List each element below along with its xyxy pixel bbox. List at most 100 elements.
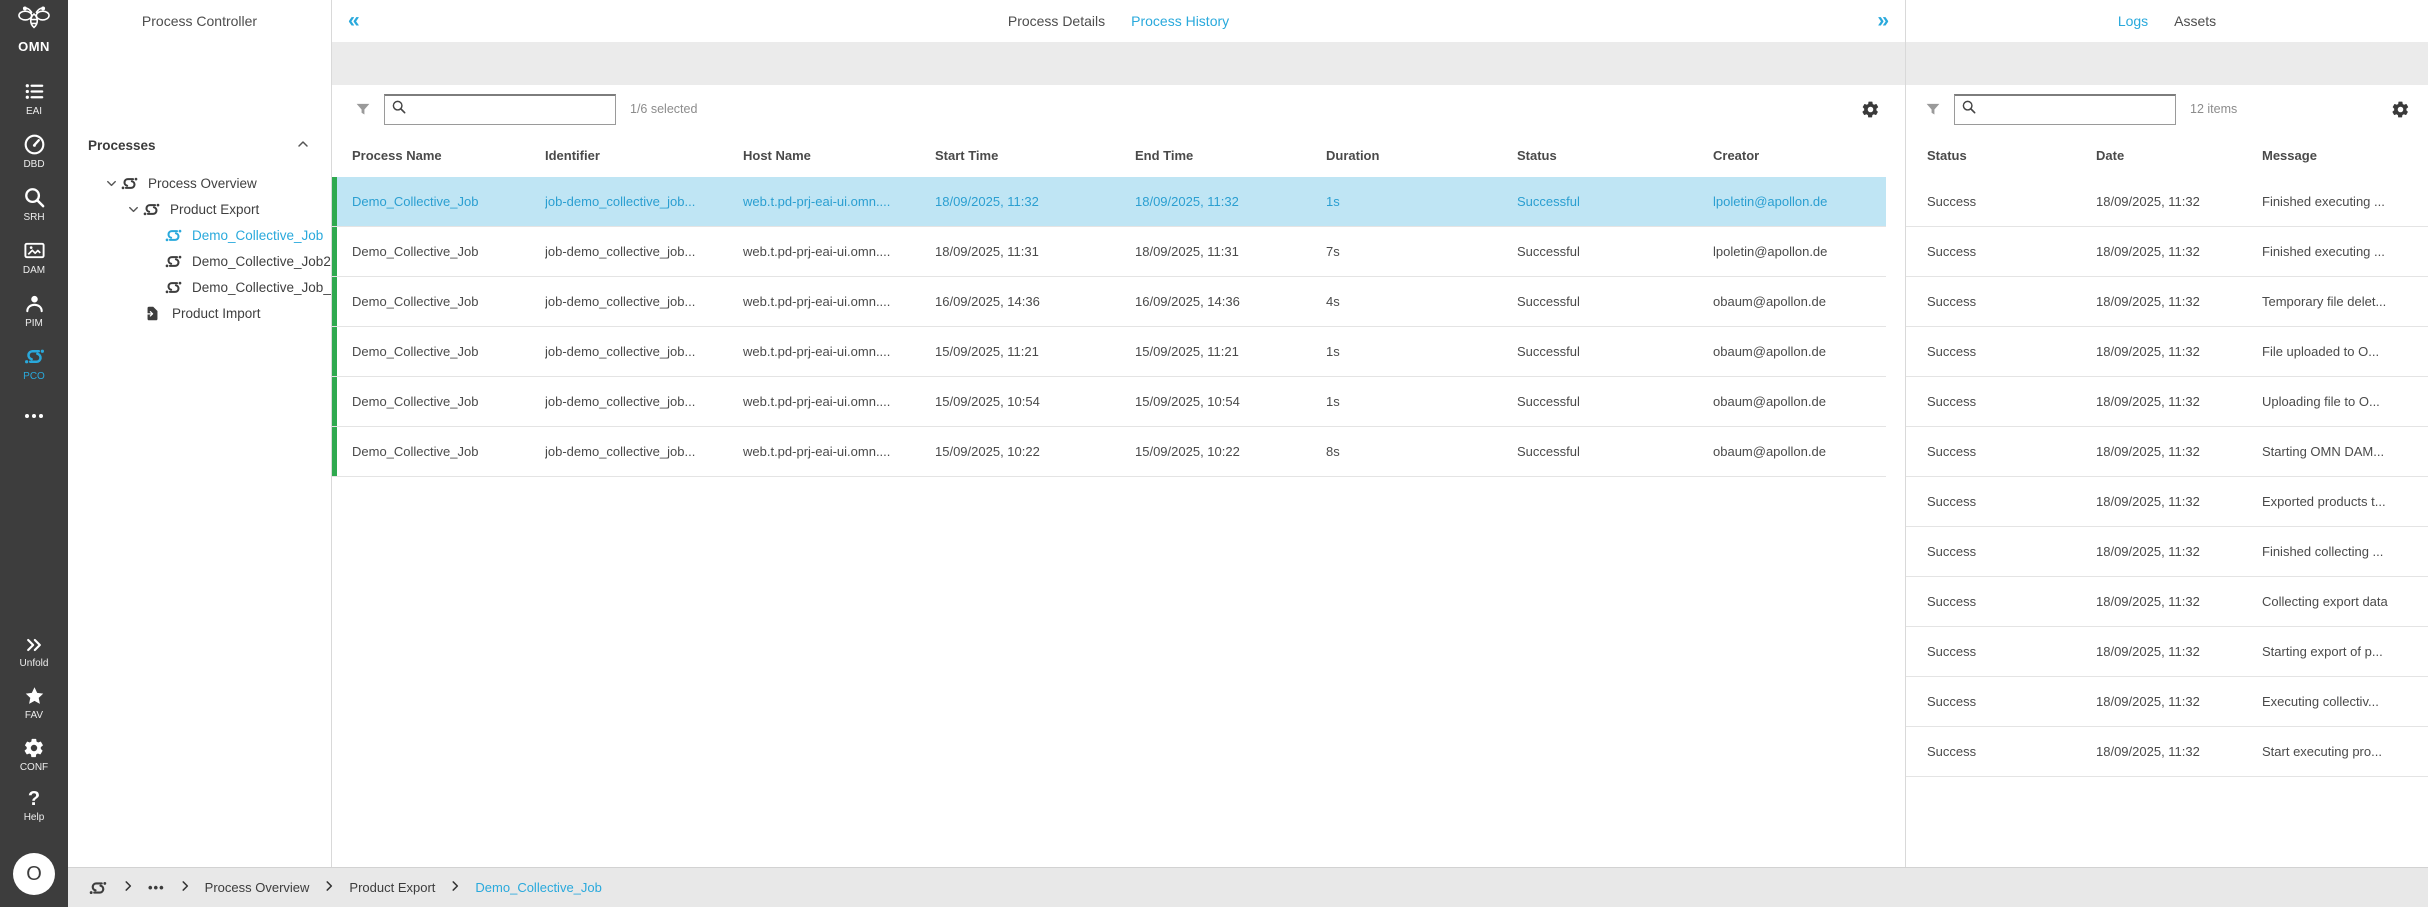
tab-process-history[interactable]: Process History [1131, 13, 1229, 29]
log-row[interactable]: Success18/09/2025, 11:32Finished executi… [1906, 177, 2428, 227]
table-cell: Success [1927, 644, 2096, 659]
tree-item-demo-collective-job3[interactable]: Demo_Collective_Job_ [68, 274, 331, 300]
table-cell: Successful [1517, 394, 1713, 409]
log-row[interactable]: Success18/09/2025, 11:32Start executing … [1906, 727, 2428, 777]
table-cell: Starting OMN DAM... [2262, 444, 2428, 459]
main-tabs: Process Details Process History [1008, 13, 1229, 29]
rail-item-label: EAI [26, 106, 42, 117]
tab-process-details[interactable]: Process Details [1008, 13, 1105, 29]
log-row[interactable]: Success18/09/2025, 11:32Exported product… [1906, 477, 2428, 527]
process-row[interactable]: Demo_Collective_Jobjob-demo_collective_j… [332, 377, 1886, 427]
table-cell: Demo_Collective_Job [352, 444, 545, 459]
table-cell: Successful [1517, 344, 1713, 359]
breadcrumb-item-demo-collective-job[interactable]: Demo_Collective_Job [475, 880, 601, 895]
table-cell: Success [1927, 594, 2096, 609]
chevron-right-icon [121, 879, 135, 896]
process-row[interactable]: Demo_Collective_Jobjob-demo_collective_j… [332, 277, 1886, 327]
tab-assets[interactable]: Assets [2174, 13, 2216, 29]
user-avatar[interactable]: O [13, 853, 55, 895]
log-row[interactable]: Success18/09/2025, 11:32File uploaded to… [1906, 327, 2428, 377]
tree-item-product-import[interactable]: Product Import [68, 300, 331, 326]
column-header[interactable]: Start Time [935, 148, 1135, 163]
omn-logo[interactable]: OMN [15, 6, 53, 54]
table-cell: 18/09/2025, 11:31 [935, 244, 1135, 259]
tab-logs[interactable]: Logs [2118, 13, 2148, 29]
log-row[interactable]: Success18/09/2025, 11:32Collecting expor… [1906, 577, 2428, 627]
rail-item-unfold[interactable]: Unfold [20, 635, 49, 669]
column-header[interactable]: Identifier [545, 148, 743, 163]
row-success-indicator [332, 427, 337, 476]
rail-item-label: SRH [23, 212, 44, 223]
column-header[interactable]: Date [2096, 148, 2262, 163]
rail-item-dam[interactable]: DAM [23, 239, 46, 276]
log-row[interactable]: Success18/09/2025, 11:32Temporary file d… [1906, 277, 2428, 327]
column-header[interactable]: Duration [1326, 148, 1517, 163]
tree-item-demo-collective-job2[interactable]: Demo_Collective_Job2 [68, 248, 331, 274]
breadcrumb-item-product-export[interactable]: Product Export [349, 880, 435, 895]
table-cell: 1s [1326, 194, 1517, 209]
rail-more-button[interactable] [23, 412, 45, 420]
process-icon [120, 174, 140, 193]
table-cell: Demo_Collective_Job [352, 244, 545, 259]
column-header[interactable]: Message [2262, 148, 2428, 163]
column-header[interactable]: Host Name [743, 148, 935, 163]
rail-item-srh[interactable]: SRH [23, 186, 46, 223]
table-cell: lpoletin@apollon.de [1713, 244, 1886, 259]
log-row[interactable]: Success18/09/2025, 11:32Starting export … [1906, 627, 2428, 677]
log-row[interactable]: Success18/09/2025, 11:32Finished executi… [1906, 227, 2428, 277]
column-header[interactable]: Status [1517, 148, 1713, 163]
process-row[interactable]: Demo_Collective_Jobjob-demo_collective_j… [332, 177, 1886, 227]
rail-item-fav[interactable]: FAV [23, 685, 46, 721]
process-row[interactable]: Demo_Collective_Jobjob-demo_collective_j… [332, 227, 1886, 277]
tree-item-process-overview[interactable]: Process Overview [68, 170, 331, 196]
process-table-body: Demo_Collective_Jobjob-demo_collective_j… [332, 177, 1886, 477]
row-success-indicator [332, 227, 337, 276]
rail-item-dbd[interactable]: DBD [23, 133, 46, 170]
chevron-down-icon[interactable] [124, 202, 142, 217]
process-search-input[interactable] [412, 96, 609, 124]
table-settings-gear-icon[interactable] [1861, 100, 1880, 119]
process-icon[interactable] [88, 878, 108, 898]
process-row[interactable]: Demo_Collective_Jobjob-demo_collective_j… [332, 427, 1886, 477]
chevron-down-icon[interactable] [102, 176, 120, 191]
column-header[interactable]: Creator [1713, 148, 1886, 163]
gear-icon [23, 737, 45, 759]
rail-item-conf[interactable]: CONF [20, 737, 48, 773]
table-cell: lpoletin@apollon.de [1713, 194, 1886, 209]
logs-settings-gear-icon[interactable] [2391, 100, 2410, 119]
filter-icon[interactable] [1924, 101, 1942, 118]
tree-item-demo-collective-job[interactable]: Demo_Collective_Job [68, 222, 331, 248]
filter-icon[interactable] [354, 101, 372, 118]
logs-search-input[interactable] [1982, 96, 2169, 124]
collapse-panel-icon[interactable]: « [348, 11, 360, 31]
log-row[interactable]: Success18/09/2025, 11:32Uploading file t… [1906, 377, 2428, 427]
rail-item-pco[interactable]: PCO [23, 345, 46, 382]
log-row[interactable]: Success18/09/2025, 11:32Starting OMN DAM… [1906, 427, 2428, 477]
rail-item-help[interactable]: ? Help [24, 789, 45, 823]
row-success-indicator [332, 327, 337, 376]
column-header[interactable]: Process Name [352, 148, 545, 163]
table-cell: 18/09/2025, 11:32 [2096, 244, 2262, 259]
search-icon [23, 186, 46, 209]
search-icon [1961, 99, 1977, 120]
table-cell: Temporary file delet... [2262, 294, 2428, 309]
rail-item-pim[interactable]: PIM [23, 292, 46, 329]
process-icon [164, 252, 184, 271]
table-cell: Demo_Collective_Job [352, 294, 545, 309]
process-row[interactable]: Demo_Collective_Jobjob-demo_collective_j… [332, 327, 1886, 377]
table-cell: Demo_Collective_Job [352, 194, 545, 209]
rail-item-eai[interactable]: EAI [23, 80, 46, 117]
column-header[interactable]: End Time [1135, 148, 1326, 163]
table-cell: 15/09/2025, 11:21 [1135, 344, 1326, 359]
logs-search [1954, 94, 2176, 125]
column-header[interactable]: Status [1927, 148, 2096, 163]
breadcrumb-overflow[interactable]: ••• [148, 880, 165, 895]
expand-panel-icon[interactable]: » [1877, 11, 1889, 31]
log-row[interactable]: Success18/09/2025, 11:32Executing collec… [1906, 677, 2428, 727]
logs-tabs: Logs Assets [2118, 13, 2216, 29]
log-row[interactable]: Success18/09/2025, 11:32Finished collect… [1906, 527, 2428, 577]
processes-section-header[interactable]: Processes [68, 130, 331, 160]
tree-item-label: Demo_Collective_Job2 [192, 254, 331, 269]
breadcrumb-item-process-overview[interactable]: Process Overview [205, 880, 310, 895]
tree-item-product-export[interactable]: Product Export [68, 196, 331, 222]
